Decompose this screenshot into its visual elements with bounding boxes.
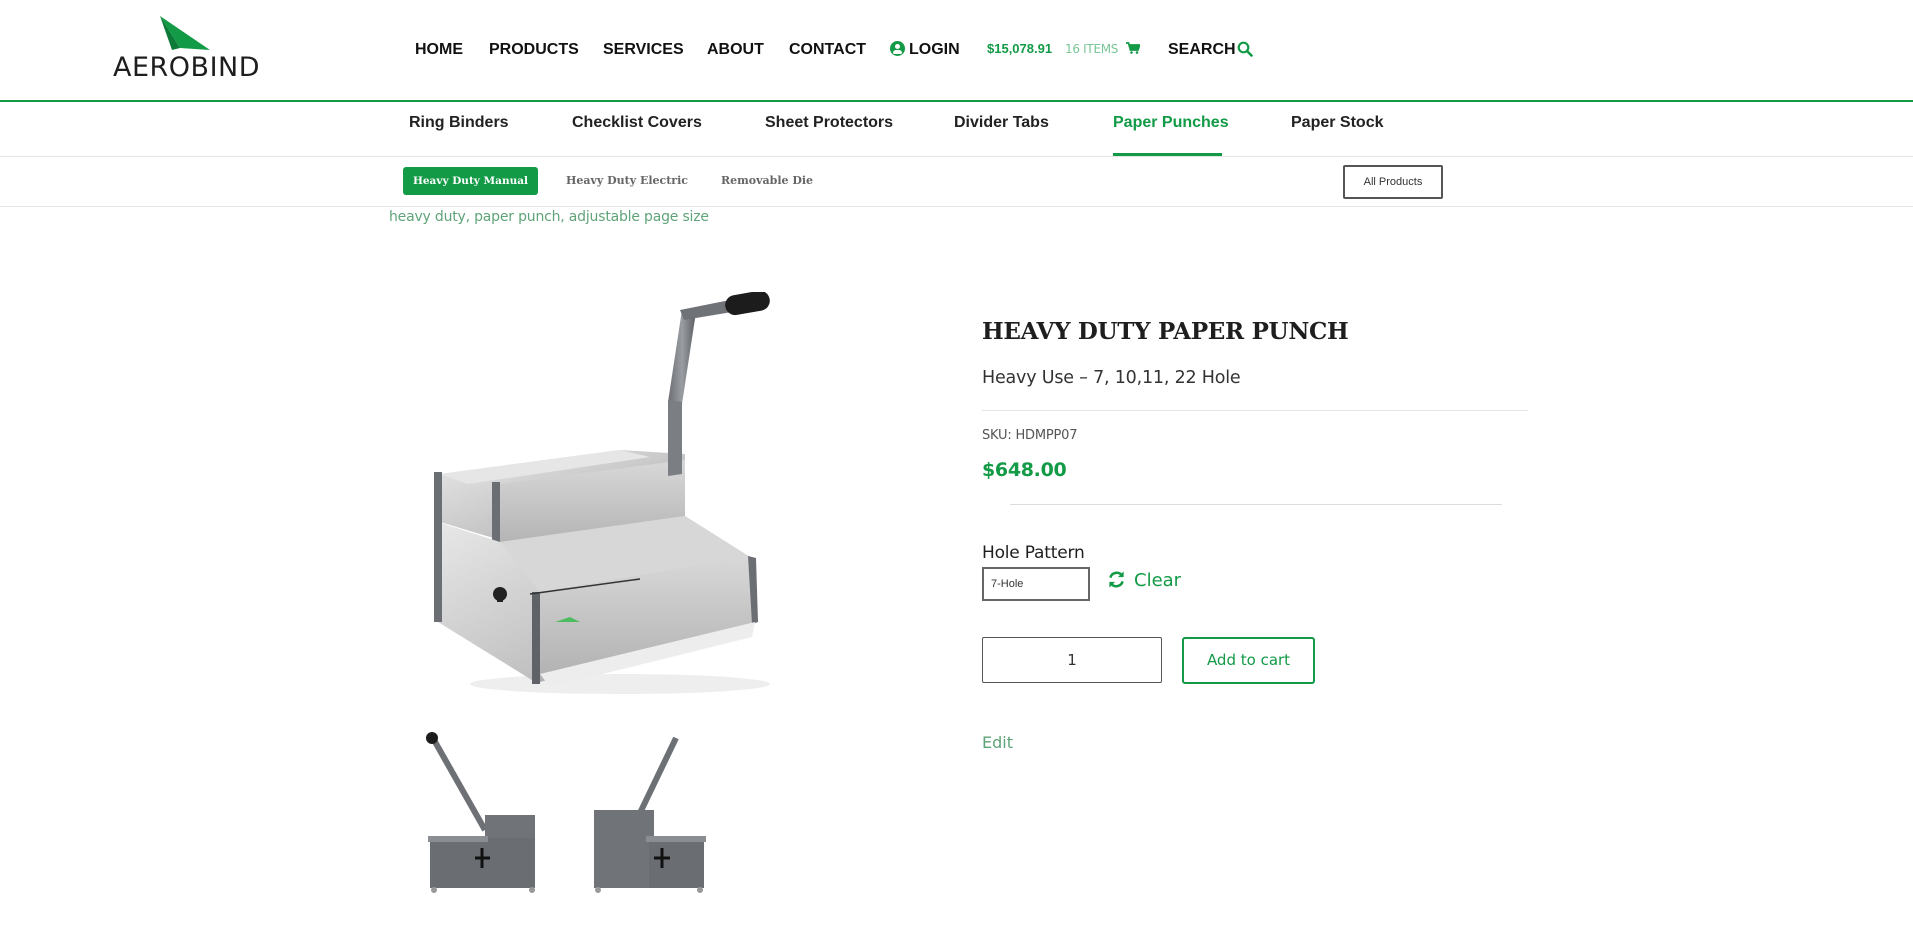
category-sheet-protectors[interactable]: Sheet Protectors — [765, 114, 893, 132]
subcategory-heavy-duty-electric[interactable]: Heavy Duty Electric — [566, 174, 688, 187]
nav-about[interactable]: ABOUT — [707, 41, 764, 59]
category-checklist-covers[interactable]: Checklist Covers — [572, 114, 702, 132]
product-thumbnail-1[interactable] — [420, 730, 550, 897]
nav-services[interactable]: SERVICES — [603, 41, 684, 59]
divider — [1010, 504, 1502, 505]
category-paper-punches[interactable]: Paper Punches — [1113, 114, 1229, 132]
clear-label: Clear — [1134, 570, 1182, 591]
product-title: HEAVY DUTY PAPER PUNCH — [982, 318, 1349, 345]
product-price: $648.00 — [982, 459, 1067, 481]
user-circle-icon — [890, 41, 905, 56]
nav-contact[interactable]: CONTACT — [789, 41, 866, 59]
all-products-button[interactable]: All Products — [1343, 165, 1443, 199]
hole-pattern-label: Hole Pattern — [982, 543, 1085, 563]
clear-selection-link[interactable]: Clear — [1107, 570, 1181, 594]
site-header: AEROBIND HOME PRODUCTS SERVICES ABOUT CO… — [0, 0, 1913, 102]
subcategory-removable-die[interactable]: Removable Die — [721, 174, 813, 187]
logo-text: AEROBIND — [113, 52, 261, 83]
product-tags: heavy duty, paper punch, adjustable page… — [389, 209, 709, 225]
subcategory-bar — [0, 157, 1913, 207]
active-category-underline — [1113, 153, 1222, 156]
search-icon[interactable] — [1237, 41, 1253, 57]
product-subtitle: Heavy Use – 7, 10,11, 22 Hole — [982, 368, 1241, 388]
cart-total[interactable]: $15,078.91 — [987, 41, 1052, 56]
hole-pattern-select[interactable]: 7-Hole — [982, 567, 1090, 601]
nav-products[interactable]: PRODUCTS — [489, 41, 579, 59]
divider — [982, 410, 1528, 411]
aerobind-logo[interactable]: AEROBIND — [113, 16, 261, 83]
add-to-cart-button[interactable]: Add to cart — [1182, 637, 1315, 684]
quantity-input[interactable]: 1 — [982, 637, 1162, 683]
cart-item-count[interactable]: 16 ITEMS — [1065, 42, 1118, 56]
product-thumbnail-2[interactable] — [584, 730, 714, 897]
edit-link[interactable]: Edit — [982, 733, 1013, 752]
subcategory-heavy-duty-manual[interactable]: Heavy Duty Manual — [403, 167, 538, 195]
nav-login[interactable]: LOGIN — [890, 41, 960, 59]
product-sku: SKU: HDMPP07 — [982, 428, 1078, 443]
logo-wing-icon — [160, 16, 210, 50]
shopping-cart-icon[interactable] — [1126, 42, 1140, 54]
category-divider-tabs[interactable]: Divider Tabs — [954, 114, 1049, 132]
nav-login-label: LOGIN — [909, 41, 960, 58]
nav-home[interactable]: HOME — [415, 41, 463, 59]
category-ring-binders[interactable]: Ring Binders — [409, 114, 509, 132]
nav-search[interactable]: SEARCH — [1168, 41, 1236, 59]
refresh-icon — [1109, 571, 1124, 588]
category-paper-stock[interactable]: Paper Stock — [1291, 114, 1383, 132]
product-main-image[interactable] — [420, 292, 800, 700]
